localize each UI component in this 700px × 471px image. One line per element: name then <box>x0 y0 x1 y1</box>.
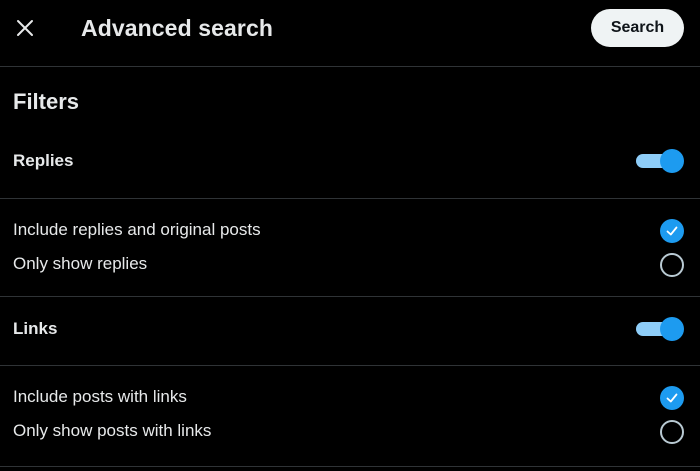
option-label: Include posts with links <box>13 387 187 406</box>
section-divider <box>0 296 700 297</box>
links-toggle[interactable] <box>636 317 684 341</box>
option-label: Only show replies <box>13 254 148 273</box>
radio-unchecked[interactable] <box>660 420 684 444</box>
option-include-replies[interactable]: Include replies and original posts <box>0 214 700 248</box>
option-label: Include replies and original posts <box>13 220 261 239</box>
checkmark-icon <box>666 226 678 236</box>
option-only-replies[interactable]: Only show replies <box>0 248 700 282</box>
radio-unchecked[interactable] <box>660 253 684 277</box>
radio-checked[interactable] <box>660 386 684 410</box>
close-button[interactable] <box>6 9 44 47</box>
section-divider <box>0 198 700 199</box>
header-divider <box>0 66 700 67</box>
option-only-links[interactable]: Only show posts with links <box>0 415 700 449</box>
search-button[interactable]: Search <box>591 9 684 47</box>
close-icon <box>17 20 33 36</box>
section-divider <box>0 365 700 366</box>
replies-toggle[interactable] <box>636 149 684 173</box>
checkmark-icon <box>666 393 678 403</box>
toggle-knob <box>660 149 684 173</box>
page-title: Advanced search <box>81 15 273 41</box>
radio-checked[interactable] <box>660 219 684 243</box>
option-label: Only show posts with links <box>13 421 212 440</box>
toggle-knob <box>660 317 684 341</box>
option-include-links[interactable]: Include posts with links <box>0 381 700 415</box>
replies-section-label: Replies <box>13 151 74 170</box>
header-bar: Advanced search Search <box>0 0 700 66</box>
section-divider <box>0 466 700 467</box>
links-section-label: Links <box>13 319 58 338</box>
filters-heading: Filters <box>13 89 80 114</box>
